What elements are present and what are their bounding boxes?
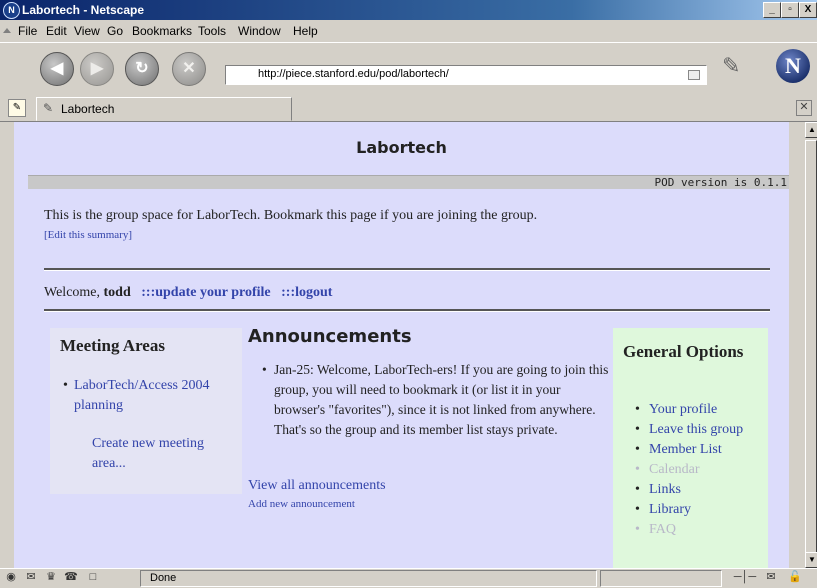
welcome-prefix: Welcome, [44,285,101,300]
window-title: Labortech - Netscape [22,3,145,17]
meeting-areas-panel: Meeting Areas LaborTech/Access 2004 plan… [50,328,242,494]
menu-help[interactable]: Help [293,24,318,38]
menu-tools[interactable]: Tools [198,24,226,38]
meeting-area-link[interactable]: LaborTech/Access 2004 planning [63,376,224,416]
forward-button[interactable]: ▶ [80,52,114,86]
list-item: Links [635,480,765,500]
tab-label: Labortech [61,102,115,116]
url-dropdown-icon[interactable] [688,70,700,80]
leave-group-link[interactable]: Leave this group [649,422,743,437]
view-all-announcements-link[interactable]: View all announcements [248,478,386,494]
address-book-icon[interactable]: □ [86,571,100,584]
scroll-down-icon[interactable]: ▼ [805,552,817,568]
add-announcement-link[interactable]: Add new announcement [248,498,355,510]
composer-icon[interactable]: ♛ [44,571,58,584]
menu-edit[interactable]: Edit [46,24,67,38]
reload-button[interactable]: ↻ [125,52,159,86]
progress-pane [600,570,722,587]
announcements-heading: Announcements [248,326,412,347]
faq-item-disabled: FAQ [635,520,765,540]
navigator-icon[interactable]: ◉ [4,571,18,584]
new-tab-icon[interactable]: ✎ [8,99,26,117]
netscape-icon: N [3,2,20,19]
general-options-panel: General Options Your profile Leave this … [613,328,768,568]
menu-window[interactable]: Window [238,24,281,38]
status-bar: ◉ ✉ ♛ ☎ □ Done ─│─ ✉ 🔓 [0,568,817,588]
search-icon[interactable]: ✎ [722,53,762,83]
scroll-thumb[interactable] [805,140,817,560]
edit-summary-link[interactable]: [Edit this summary] [44,229,132,241]
print-icon[interactable]: ✉ [764,571,778,584]
toolbar-grip-icon[interactable] [3,28,11,33]
status-text: Done [150,572,177,584]
version-text: POD version is 0.1.1 [654,176,787,189]
group-summary: This is the group space for LaborTech. B… [44,208,538,223]
chat-icon[interactable]: ☎ [64,571,78,584]
online-status-icon[interactable]: ─│─ [732,571,758,584]
tab-labortech[interactable]: ✎ Labortech [36,97,292,121]
netscape-logo: N [776,49,810,83]
your-profile-link[interactable]: Your profile [649,402,717,417]
right-gutter [789,122,805,568]
url-bar[interactable]: http://piece.stanford.edu/pod/labortech/ [225,65,707,85]
back-button[interactable]: ◀ [40,52,74,86]
title-bar: N Labortech - Netscape _ ▫ X [0,0,817,20]
security-lock-icon[interactable]: 🔓 [788,571,802,584]
tab-bar: ✎ ✎ Labortech ✕ [0,95,817,122]
menu-bookmarks[interactable]: Bookmarks [132,24,192,38]
status-pane [140,570,597,587]
menu-go[interactable]: Go [107,24,123,38]
menu-file[interactable]: File [18,24,37,38]
vertical-scrollbar[interactable]: ▲ ▼ [805,122,817,568]
close-button[interactable]: X [799,2,817,18]
version-bar: POD version is 0.1.1 [28,175,789,189]
welcome-line: Welcome, todd :::update your profile :::… [44,285,332,301]
page-title: Labortech [356,138,447,157]
maximize-button[interactable]: ▫ [781,2,799,18]
divider [44,309,770,312]
menu-bar: File Edit View Go Bookmarks Tools Window… [0,20,817,42]
member-list-link[interactable]: Member List [649,442,722,457]
url-text[interactable]: http://piece.stanford.edu/pod/labortech/ [258,68,449,80]
left-gutter [0,122,15,568]
close-tab-icon[interactable]: ✕ [796,100,812,116]
list-item: Leave this group [635,420,765,440]
announcement-item: Jan-25: Welcome, LaborTech-ers! If you a… [262,360,609,440]
navigation-toolbar: ◀ ▶ ↻ ✕ http://piece.stanford.edu/pod/la… [0,42,817,96]
create-meeting-area-link[interactable]: Create new meeting area... [92,434,232,474]
meeting-areas-heading: Meeting Areas [60,336,165,355]
general-options-list: Your profile Leave this group Member Lis… [635,400,765,540]
calendar-item-disabled: Calendar [635,460,765,480]
list-item: Member List [635,440,765,460]
logout-link[interactable]: :::logout [281,285,332,300]
menu-view[interactable]: View [74,24,100,38]
mail-icon[interactable]: ✉ [24,571,38,584]
general-options-heading: General Options [623,342,744,361]
divider [44,268,770,271]
library-link[interactable]: Library [649,502,691,517]
stop-button[interactable]: ✕ [172,52,206,86]
links-link[interactable]: Links [649,482,681,497]
scroll-up-icon[interactable]: ▲ [805,122,817,138]
username: todd [103,285,131,300]
list-item: Your profile [635,400,765,420]
update-profile-link[interactable]: :::update your profile [141,285,270,300]
page-icon: ✎ [43,101,54,115]
page-content: Labortech POD version is 0.1.1 This is t… [14,122,789,568]
minimize-button[interactable]: _ [763,2,781,18]
list-item: Library [635,500,765,520]
